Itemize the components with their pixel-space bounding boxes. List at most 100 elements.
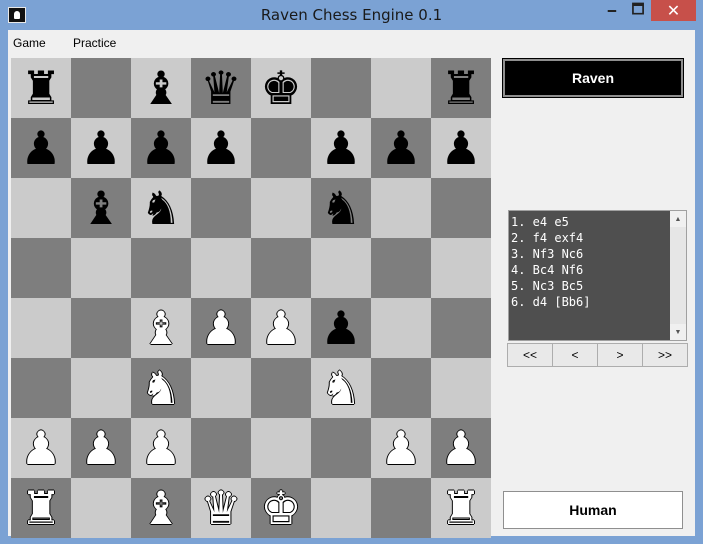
- board-square[interactable]: ♜: [431, 58, 491, 118]
- board-square[interactable]: ♟: [311, 118, 371, 178]
- white-pawn-icon[interactable]: ♟: [260, 305, 301, 351]
- board-square[interactable]: [371, 298, 431, 358]
- board-square[interactable]: ♜: [11, 58, 71, 118]
- white-knight-icon[interactable]: ♞: [320, 365, 361, 411]
- black-rook-icon[interactable]: ♜: [440, 65, 481, 111]
- maximize-button[interactable]: 🗖: [625, 0, 651, 21]
- board-square[interactable]: [11, 358, 71, 418]
- board-square[interactable]: ♞: [311, 178, 371, 238]
- board-square[interactable]: ♜: [11, 478, 71, 538]
- black-bishop-icon[interactable]: ♝: [80, 185, 121, 231]
- black-rook-icon[interactable]: ♜: [20, 65, 61, 111]
- board-square[interactable]: [11, 298, 71, 358]
- board-square[interactable]: [131, 238, 191, 298]
- board-square[interactable]: [431, 178, 491, 238]
- board-square[interactable]: ♟: [131, 418, 191, 478]
- scroll-down-arrow-icon[interactable]: ▼: [670, 324, 686, 340]
- board-square[interactable]: [11, 178, 71, 238]
- next-move-button[interactable]: >: [597, 343, 643, 367]
- move-list-panel[interactable]: 1. e4 e5 2. f4 exf4 3. Nf3 Nc6 4. Bc4 Nf6 5.…: [508, 210, 687, 341]
- menu-game[interactable]: Game: [13, 36, 46, 50]
- board-square[interactable]: [251, 358, 311, 418]
- board-square[interactable]: [311, 478, 371, 538]
- board-square[interactable]: ♟: [131, 118, 191, 178]
- close-button[interactable]: ✕: [651, 0, 696, 21]
- move-list-scrollbar[interactable]: ▲ ▼: [670, 211, 686, 340]
- white-bishop-icon[interactable]: ♝: [140, 485, 181, 531]
- menu-practice[interactable]: Practice: [73, 36, 116, 50]
- move-list-item[interactable]: 1. e4 e5: [511, 214, 590, 230]
- board-square[interactable]: [251, 178, 311, 238]
- white-king-icon[interactable]: ♚: [260, 485, 301, 531]
- board-square[interactable]: ♟: [11, 418, 71, 478]
- board-square[interactable]: [431, 358, 491, 418]
- board-square[interactable]: [191, 358, 251, 418]
- move-list-item[interactable]: 5. Nc3 Bc5: [511, 278, 590, 294]
- last-move-button[interactable]: >>: [642, 343, 688, 367]
- board-square[interactable]: [251, 238, 311, 298]
- black-queen-icon[interactable]: ♛: [200, 65, 241, 111]
- black-knight-icon[interactable]: ♞: [140, 185, 181, 231]
- board-square[interactable]: ♚: [251, 58, 311, 118]
- board-square[interactable]: ♟: [71, 418, 131, 478]
- board-square[interactable]: ♝: [131, 298, 191, 358]
- white-pawn-icon[interactable]: ♟: [380, 425, 421, 471]
- black-pawn-icon[interactable]: ♟: [380, 125, 421, 171]
- white-queen-icon[interactable]: ♛: [200, 485, 241, 531]
- white-rook-icon[interactable]: ♜: [20, 485, 61, 531]
- board-square[interactable]: ♟: [11, 118, 71, 178]
- board-square[interactable]: ♛: [191, 58, 251, 118]
- board-square[interactable]: ♜: [431, 478, 491, 538]
- board-square[interactable]: ♚: [251, 478, 311, 538]
- board-square[interactable]: ♟: [371, 418, 431, 478]
- white-pawn-icon[interactable]: ♟: [200, 305, 241, 351]
- board-square[interactable]: [371, 178, 431, 238]
- board-square[interactable]: [311, 418, 371, 478]
- black-pawn-icon[interactable]: ♟: [440, 125, 481, 171]
- board-square[interactable]: ♟: [191, 298, 251, 358]
- board-square[interactable]: ♟: [431, 118, 491, 178]
- board-square[interactable]: ♟: [191, 118, 251, 178]
- minimize-button[interactable]: 🗕: [599, 0, 625, 21]
- board-square[interactable]: ♝: [71, 178, 131, 238]
- board-square[interactable]: [11, 238, 71, 298]
- scroll-up-arrow-icon[interactable]: ▲: [670, 211, 686, 227]
- black-bishop-icon[interactable]: ♝: [140, 65, 181, 111]
- board-square[interactable]: [71, 58, 131, 118]
- first-move-button[interactable]: <<: [507, 343, 553, 367]
- move-list-item[interactable]: 4. Bc4 Nf6: [511, 262, 590, 278]
- board-square[interactable]: [311, 58, 371, 118]
- board-square[interactable]: [311, 238, 371, 298]
- board-square[interactable]: [71, 358, 131, 418]
- board-square[interactable]: [371, 358, 431, 418]
- board-square[interactable]: [371, 238, 431, 298]
- white-bishop-icon[interactable]: ♝: [140, 305, 181, 351]
- black-pawn-icon[interactable]: ♟: [80, 125, 121, 171]
- board-square[interactable]: [251, 418, 311, 478]
- black-pawn-icon[interactable]: ♟: [20, 125, 61, 171]
- chess-board[interactable]: ♜ ♝ ♛ ♚ ♜ ♟ ♟ ♟ ♟ ♟ ♟ ♟ ♝ ♞ ♞ ♝ ♟ ♟ ♟ ♞ ♞ ♟ ♟ ♟ ♟ ♟ ♜ ♝ ♛ ♚ ♜: [11, 58, 491, 538]
- board-square[interactable]: ♝: [131, 58, 191, 118]
- board-square[interactable]: ♟: [251, 298, 311, 358]
- board-square[interactable]: [71, 238, 131, 298]
- white-rook-icon[interactable]: ♜: [440, 485, 481, 531]
- move-list-item[interactable]: 6. d4 [Bb6]: [511, 294, 590, 310]
- black-pawn-icon[interactable]: ♟: [320, 305, 361, 351]
- board-square[interactable]: ♟: [71, 118, 131, 178]
- black-pawn-icon[interactable]: ♟: [320, 125, 361, 171]
- board-square[interactable]: [71, 298, 131, 358]
- title-bar[interactable]: Raven Chess Engine 0.1 🗕 🗖 ✕: [0, 0, 703, 30]
- board-square[interactable]: ♟: [311, 298, 371, 358]
- black-pawn-icon[interactable]: ♟: [200, 125, 241, 171]
- board-square[interactable]: [371, 478, 431, 538]
- board-square[interactable]: [191, 238, 251, 298]
- black-king-icon[interactable]: ♚: [260, 65, 301, 111]
- white-pawn-icon[interactable]: ♟: [440, 425, 481, 471]
- board-square[interactable]: [191, 178, 251, 238]
- board-square[interactable]: [431, 298, 491, 358]
- move-list-item[interactable]: 2. f4 exf4: [511, 230, 590, 246]
- board-square[interactable]: [71, 478, 131, 538]
- board-square[interactable]: ♞: [131, 178, 191, 238]
- white-pawn-icon[interactable]: ♟: [140, 425, 181, 471]
- white-pawn-icon[interactable]: ♟: [80, 425, 121, 471]
